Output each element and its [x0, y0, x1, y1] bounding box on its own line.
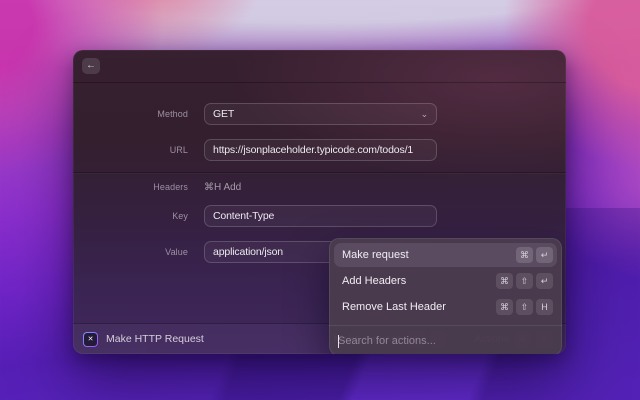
- action-shortcut: ⌘ ⇧ H: [496, 299, 553, 315]
- action-item-add-headers[interactable]: Add Headers ⌘ ⇧ ↵: [334, 269, 557, 293]
- extension-title: Make HTTP Request: [106, 333, 204, 345]
- text-cursor: [338, 335, 339, 348]
- h-key-icon: H: [536, 299, 553, 315]
- action-label: Add Headers: [342, 275, 407, 287]
- url-value: https://jsonplaceholder.typicode.com/tod…: [213, 144, 414, 156]
- cmd-key-icon: ⌘: [516, 247, 533, 263]
- action-label: Make request: [342, 249, 409, 261]
- method-dropdown[interactable]: GET ⌄: [204, 103, 437, 125]
- shift-key-icon: ⇧: [516, 299, 533, 315]
- return-key-icon: ↵: [536, 273, 553, 289]
- url-label: URL: [169, 145, 188, 155]
- extension-info: ✕ Make HTTP Request: [83, 332, 333, 347]
- key-value: Content-Type: [213, 210, 275, 222]
- form-row-headers: Headers ⌘H Add: [73, 180, 566, 194]
- extension-icon: ✕: [83, 332, 98, 347]
- section-divider: [73, 172, 566, 173]
- action-shortcut: ⌘ ↵: [516, 247, 553, 263]
- headers-add-shortcut[interactable]: ⌘H Add: [204, 182, 241, 193]
- return-key-icon: ↵: [536, 247, 553, 263]
- headers-label: Headers: [153, 182, 188, 192]
- form-row-method: Method GET ⌄: [73, 103, 566, 125]
- action-item-remove-last-header[interactable]: Remove Last Header ⌘ ⇧ H: [334, 295, 557, 319]
- back-button[interactable]: ←: [82, 58, 100, 74]
- shift-key-icon: ⇧: [516, 273, 533, 289]
- chevron-down-icon: ⌄: [420, 108, 429, 119]
- form-area: Method GET ⌄ URL https://jsonplaceholder…: [73, 84, 566, 354]
- actions-search: [329, 325, 562, 354]
- method-value: GET: [213, 108, 235, 120]
- cmd-key-icon: ⌘: [496, 273, 513, 289]
- actions-popup: Make request ⌘ ↵ Add Headers ⌘ ⇧ ↵ Remov…: [329, 238, 562, 354]
- value-label: Value: [165, 247, 188, 257]
- cmd-key-icon: ⌘: [496, 299, 513, 315]
- url-input[interactable]: https://jsonplaceholder.typicode.com/tod…: [204, 139, 437, 161]
- key-input[interactable]: Content-Type: [204, 205, 437, 227]
- form-row-url: URL https://jsonplaceholder.typicode.com…: [73, 139, 566, 161]
- actions-search-input[interactable]: [338, 335, 553, 347]
- action-item-make-request[interactable]: Make request ⌘ ↵: [334, 243, 557, 267]
- key-label: Key: [172, 211, 188, 221]
- window-header: ←: [73, 50, 566, 83]
- action-label: Remove Last Header: [342, 301, 446, 313]
- form-row-key: Key Content-Type: [73, 205, 566, 227]
- method-label: Method: [157, 109, 188, 119]
- action-shortcut: ⌘ ⇧ ↵: [496, 273, 553, 289]
- raycast-window: ← Method GET ⌄ URL https://jsonplacehold…: [73, 50, 566, 354]
- back-arrow-icon: ←: [86, 60, 96, 71]
